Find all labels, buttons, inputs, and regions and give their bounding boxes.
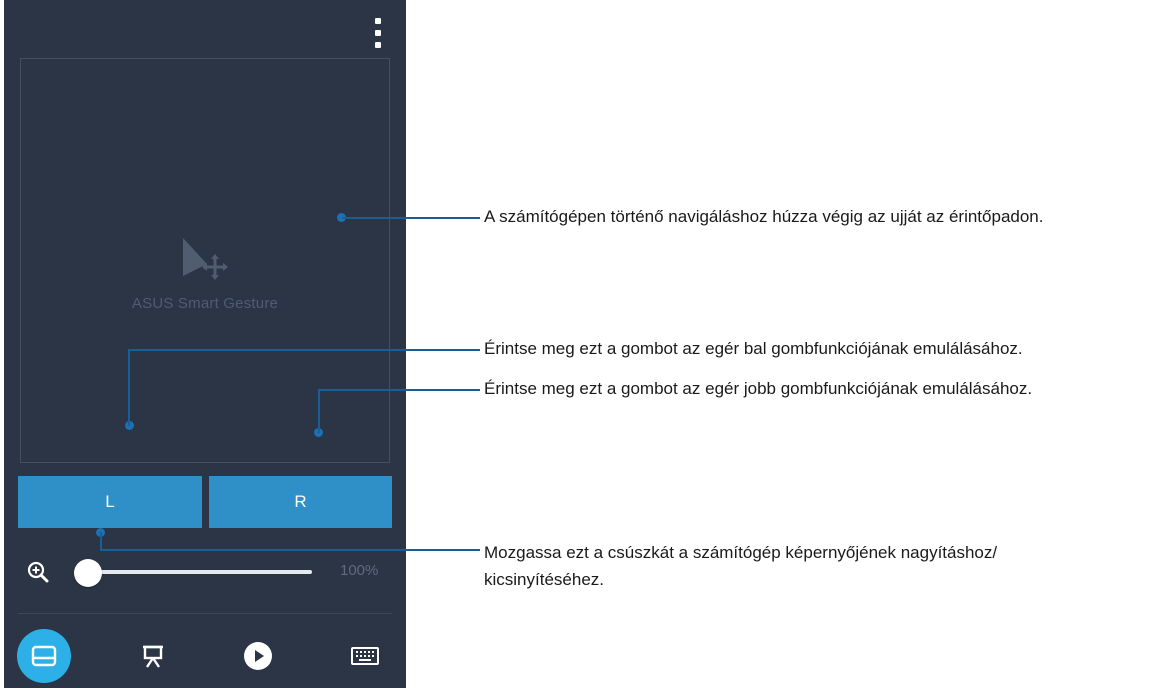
zoom-slider-track[interactable] xyxy=(88,570,312,574)
keyboard-icon xyxy=(351,647,379,665)
right-button-callout-hline xyxy=(318,389,480,391)
left-button-callout-vline xyxy=(128,349,130,426)
nav-touchpad[interactable] xyxy=(17,629,71,683)
right-click-button[interactable]: R xyxy=(209,476,392,528)
slider-caption-line2: kicsinyítéséhez. xyxy=(484,570,604,589)
zoom-slider-thumb[interactable] xyxy=(74,559,102,587)
nav-media[interactable] xyxy=(231,629,285,683)
presentation-icon xyxy=(143,645,163,668)
smart-gesture-logo-icon xyxy=(183,238,228,280)
overflow-menu-icon[interactable] xyxy=(368,18,388,48)
divider xyxy=(18,613,392,614)
slider-callout-hline xyxy=(100,549,480,551)
touchpad-callout-line xyxy=(342,217,480,219)
left-click-button[interactable]: L xyxy=(18,476,202,528)
left-button-callout-hline xyxy=(128,349,480,351)
zoom-in-icon xyxy=(27,561,49,583)
slider-caption-line1: Mozgassa ezt a csúszkát a számítógép kép… xyxy=(484,543,998,562)
play-icon xyxy=(244,642,272,670)
left-button-caption: Érintse meg ezt a gombot az egér bal gom… xyxy=(484,339,1023,358)
nav-keyboard[interactable] xyxy=(338,629,392,683)
slider-callout-vline xyxy=(100,532,102,550)
logo-text: ASUS Smart Gesture xyxy=(131,295,279,312)
touchpad-caption: A számítógépen történő navigáláshoz húzz… xyxy=(484,207,1044,226)
touchpad-icon xyxy=(31,645,57,667)
right-button-callout-vline xyxy=(318,389,320,433)
nav-presentation[interactable] xyxy=(126,629,180,683)
zoom-value: 100% xyxy=(340,562,379,579)
right-button-caption: Érintse meg ezt a gombot az egér jobb go… xyxy=(484,379,1033,398)
